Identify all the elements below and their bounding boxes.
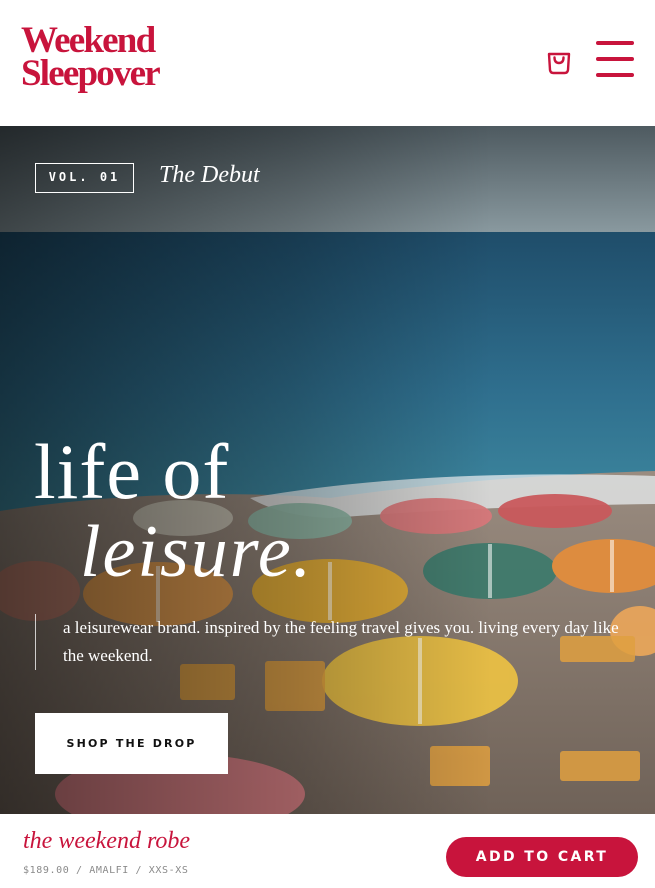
add-to-cart-button[interactable]: ADD TO CART [446,837,638,877]
hero-headline-line-1: life of [34,428,230,515]
issue-title: The Debut [159,162,260,188]
brand-logo[interactable]: Weekend Sleepover [21,22,171,94]
hero-tagline: a leisurewear brand. inspired by the fee… [63,618,619,665]
hero-banner: VOL. 01 The Debut life of leisure. a lei… [0,126,655,814]
tagline-block: a leisurewear brand. inspired by the fee… [35,614,635,670]
product-meta: $189.00 / AMALFI / XXS-XS [23,865,189,876]
sticky-product-bar: the weekend robe $189.00 / AMALFI / XXS-… [0,814,655,888]
product-name[interactable]: the weekend robe [23,828,190,855]
logo-line-2: Sleepover [21,53,161,94]
volume-badge: VOL. 01 [35,163,134,193]
hamburger-menu-icon[interactable] [594,40,636,80]
shop-the-drop-button[interactable]: SHOP THE DROP [35,713,228,774]
site-header: Weekend Sleepover [0,0,655,126]
shopping-bag-icon[interactable] [544,46,574,76]
hero-headline-line-2: leisure. [80,511,314,593]
